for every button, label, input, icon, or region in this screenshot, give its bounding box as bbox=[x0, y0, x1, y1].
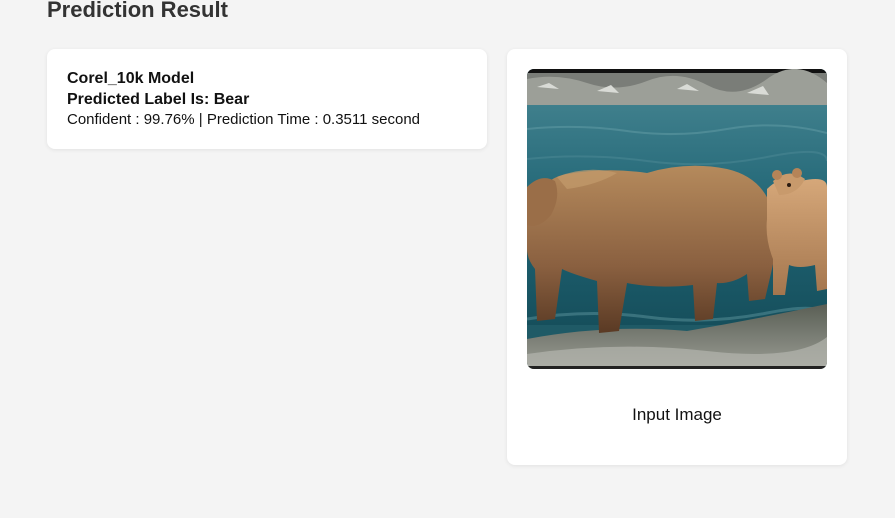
prediction-page: Prediction Result Corel_10k Model Predic… bbox=[0, 0, 895, 518]
prediction-stats: Confident : 99.76% | Prediction Time : 0… bbox=[67, 111, 420, 128]
bear-photo bbox=[527, 69, 827, 369]
predicted-label: Predicted Label Is: Bear bbox=[67, 91, 250, 108]
model-name: Corel_10k Model bbox=[67, 70, 195, 87]
result-card: Corel_10k Model Predicted Label Is: Bear… bbox=[47, 49, 487, 149]
input-image-card: Input Image bbox=[507, 49, 847, 465]
page-title: Prediction Result bbox=[47, 0, 228, 22]
input-image-caption: Input Image bbox=[632, 405, 722, 424]
result-text: Corel_10k Model Predicted Label Is: Bear… bbox=[67, 69, 467, 130]
input-image bbox=[527, 69, 827, 369]
